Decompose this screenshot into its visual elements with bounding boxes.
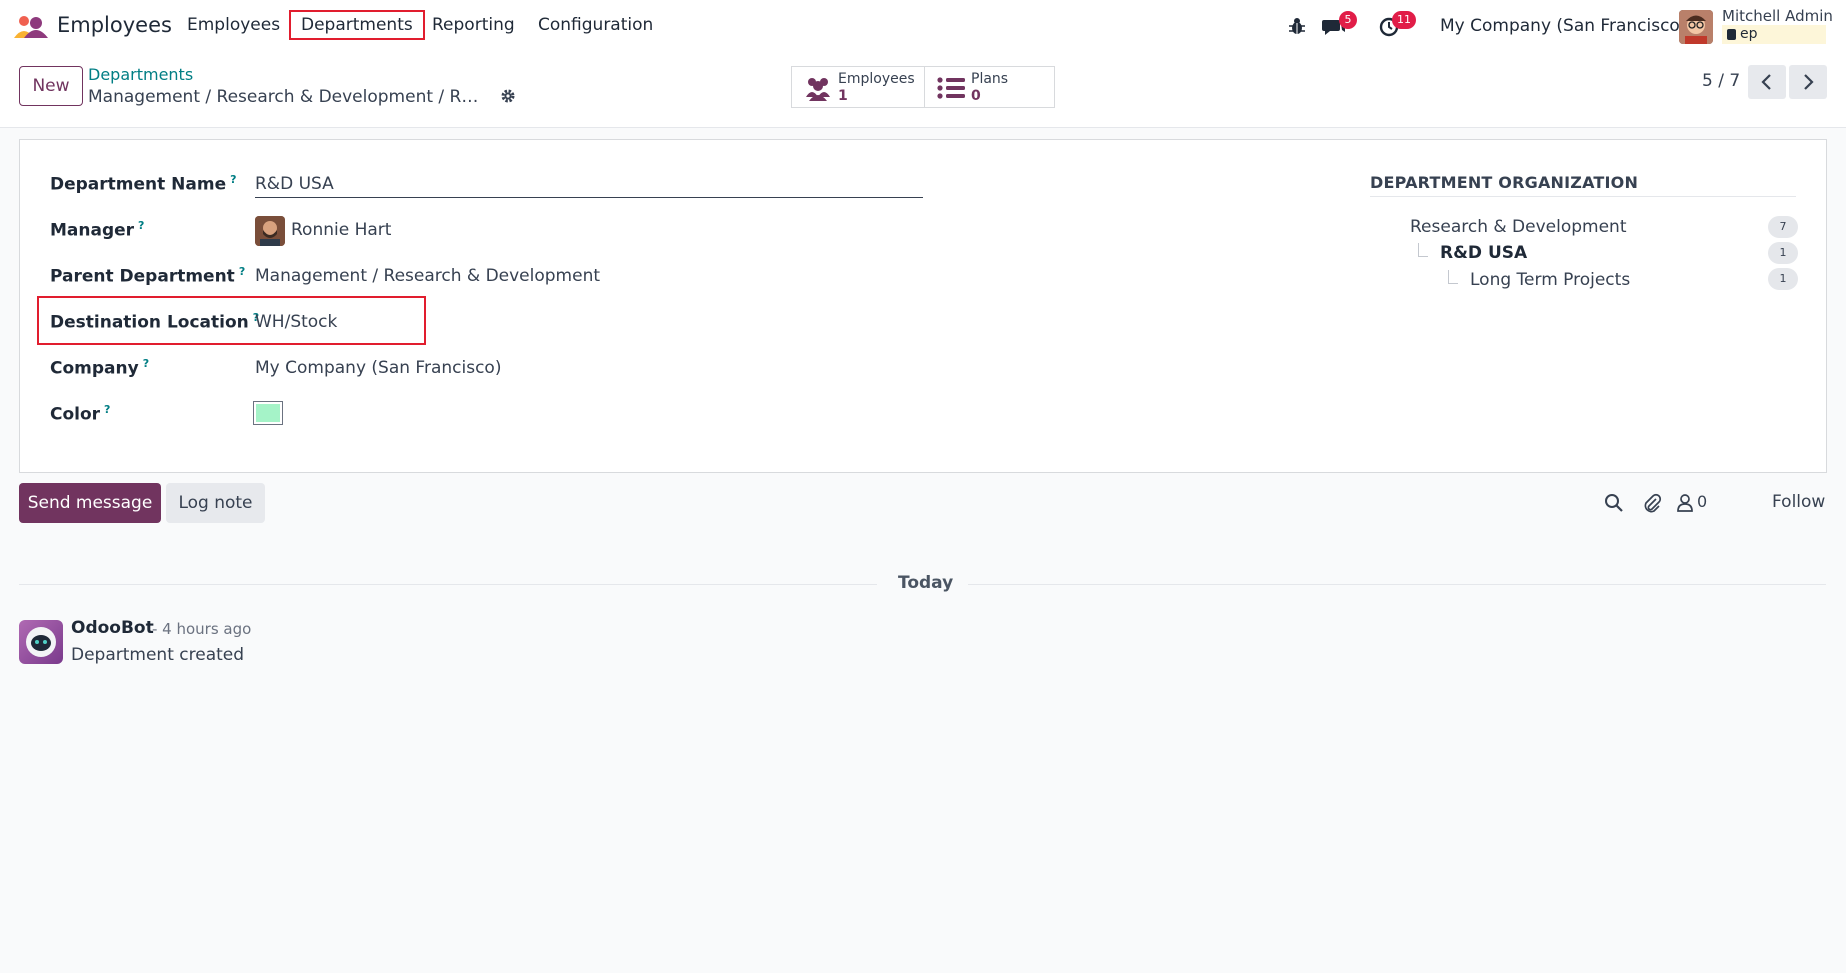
paperclip-icon[interactable] (1642, 493, 1662, 513)
employees-app-icon[interactable] (14, 14, 48, 40)
followers-icon[interactable] (1677, 493, 1693, 513)
bug-icon[interactable] (1289, 17, 1305, 35)
org-item-research-development[interactable]: Research & Development (1410, 217, 1626, 237)
department-organization-title: DEPARTMENT ORGANIZATION (1370, 173, 1639, 192)
department-name-input[interactable]: R&D USA (255, 174, 334, 194)
org-count-long-term-projects: 1 (1768, 268, 1798, 290)
help-icon[interactable]: ? (230, 173, 236, 186)
activities-badge: 11 (1392, 11, 1416, 29)
follow-button[interactable]: Follow (1772, 492, 1825, 512)
app-name[interactable]: Employees (57, 13, 172, 37)
manager-label: Manager? (50, 219, 145, 241)
parent-department-value[interactable]: Management / Research & Development (255, 266, 600, 286)
message-body: Department created (71, 645, 245, 665)
search-icon[interactable] (1604, 493, 1624, 513)
organization-divider (1370, 196, 1796, 197)
menu-configuration[interactable]: Configuration (538, 15, 653, 35)
company-label: Company? (50, 357, 150, 379)
manager-value[interactable]: Ronnie Hart (291, 220, 391, 240)
destination-location-label: Destination Location? (50, 311, 260, 333)
date-separator: Today (898, 573, 954, 593)
org-count-research-development: 7 (1768, 216, 1798, 238)
org-item-rd-usa: R&D USA (1440, 243, 1528, 263)
log-note-button[interactable]: Log note (166, 483, 265, 523)
manager-avatar[interactable] (255, 216, 285, 246)
database-icon (1727, 29, 1736, 40)
department-name-underline (255, 197, 923, 198)
smart-button-employees[interactable]: Employees 1 (791, 66, 925, 108)
date-separator-line (968, 584, 1826, 585)
smart-button-employees-label: Employees (838, 71, 915, 87)
database-name: ep (1740, 26, 1758, 42)
menu-employees[interactable]: Employees (187, 15, 280, 35)
breadcrumb-current: Management / Research & Development / R&… (88, 87, 488, 107)
smart-button-plans-label: Plans (971, 71, 1009, 87)
list-icon (937, 77, 965, 99)
database-badge: ep (1722, 25, 1826, 44)
messages-badge: 5 (1339, 11, 1357, 29)
form-sheet: Department Name? R&D USA Manager? Ronnie… (19, 139, 1827, 473)
control-panel: New Departments Management / Research & … (0, 54, 1846, 128)
followers-count[interactable]: 0 (1697, 492, 1707, 511)
chevron-left-icon (1761, 74, 1771, 90)
help-icon[interactable]: ? (104, 403, 110, 416)
odoobot-avatar[interactable] (19, 620, 63, 664)
gear-icon[interactable] (500, 88, 516, 104)
new-button[interactable]: New (19, 66, 83, 106)
pager-value[interactable]: 5 / 7 (1702, 71, 1740, 91)
tree-connector (1418, 243, 1428, 257)
date-separator-line (19, 584, 877, 585)
user-name[interactable]: Mitchell Admin (1722, 7, 1833, 25)
company-switcher[interactable]: My Company (San Francisco) (1440, 16, 1686, 36)
org-item-long-term-projects[interactable]: Long Term Projects (1470, 270, 1630, 290)
message-time: - 4 hours ago (152, 620, 252, 638)
top-navbar: Employees Employees Departments Reportin… (0, 0, 1846, 54)
parent-department-label: Parent Department? (50, 265, 246, 287)
menu-departments[interactable]: Departments (289, 10, 425, 40)
destination-location-value[interactable]: WH/Stock (255, 312, 337, 332)
smart-button-plans[interactable]: Plans 0 (924, 66, 1055, 108)
chevron-right-icon (1804, 74, 1814, 90)
company-value[interactable]: My Company (San Francisco) (255, 358, 501, 378)
pager-previous-button[interactable] (1748, 65, 1786, 99)
message-author[interactable]: OdooBot (71, 618, 154, 638)
pager-next-button[interactable] (1789, 65, 1827, 99)
help-icon[interactable]: ? (239, 265, 245, 278)
smart-button-plans-count: 0 (971, 88, 981, 104)
breadcrumb-departments[interactable]: Departments (88, 65, 193, 84)
menu-reporting[interactable]: Reporting (432, 15, 515, 35)
color-swatch[interactable] (253, 401, 283, 425)
color-label: Color? (50, 403, 111, 425)
user-avatar[interactable] (1679, 10, 1713, 44)
department-name-label: Department Name? (50, 173, 237, 195)
send-message-button[interactable]: Send message (19, 483, 161, 523)
org-count-rd-usa: 1 (1768, 242, 1798, 264)
smart-button-employees-count: 1 (838, 88, 848, 104)
tree-connector (1448, 270, 1458, 284)
color-swatch-fill (256, 404, 280, 422)
help-icon[interactable]: ? (138, 219, 144, 232)
users-icon (806, 78, 830, 101)
help-icon[interactable]: ? (143, 357, 149, 370)
